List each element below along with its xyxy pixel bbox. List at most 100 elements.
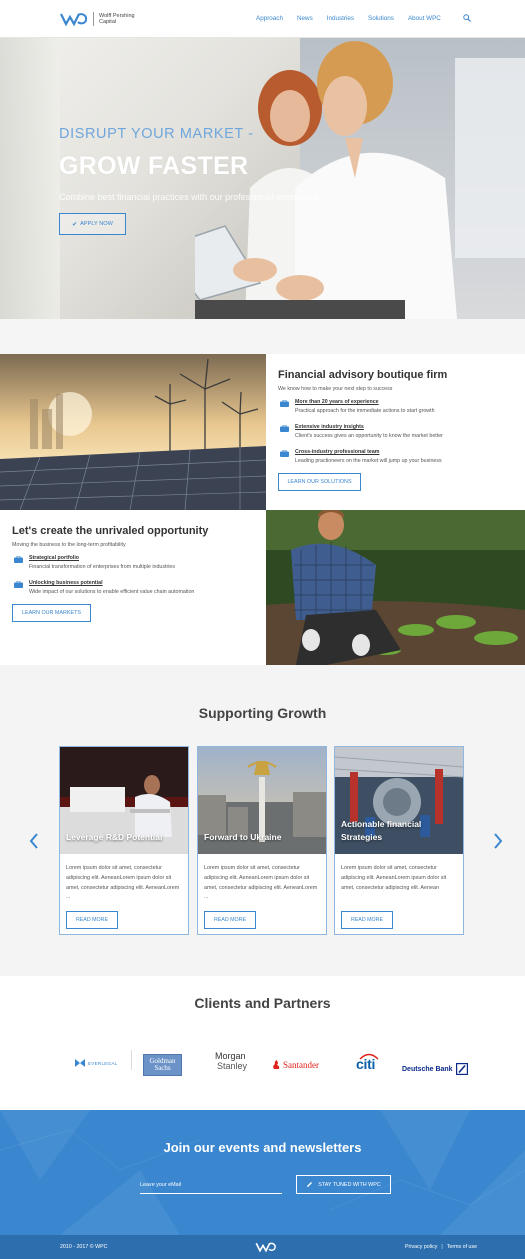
feature-item-title[interactable]: Extensive industry insights — [295, 424, 443, 430]
feature-opportunity-item: Strategical portfolio Financial transfor… — [14, 555, 175, 570]
everlegal-text: EVERLEGAL — [88, 1060, 118, 1066]
chevron-left-icon[interactable] — [29, 833, 39, 849]
farmer-photo — [266, 510, 525, 665]
nav-solutions[interactable]: Solutions — [368, 15, 394, 22]
feature-opportunity-subtitle: Moving the business to the long-term pro… — [12, 542, 126, 548]
feature-item-desc: Leading practioneers on the market will … — [295, 458, 442, 464]
apply-now-label: APPLY NOW — [80, 221, 113, 227]
site-footer: 2010 - 2017 © WPC Privacy policy | Terms… — [0, 1235, 525, 1259]
nav-about[interactable]: About WPC — [408, 15, 441, 22]
feature-item-title[interactable]: Cross-industry professional team — [295, 449, 442, 455]
briefcase-icon — [14, 556, 23, 563]
feature-opportunity: Let's create the unrivaled opportunity M… — [0, 510, 266, 665]
read-more-button[interactable]: READ MORE — [341, 911, 393, 929]
hero-window — [455, 58, 525, 258]
card-image-factory: Actionable financial Strategies — [335, 747, 463, 854]
wpc-logo-icon — [60, 13, 88, 27]
nav-approach[interactable]: Approach — [256, 15, 283, 22]
card-image-kyiv: Forward to Ukraine — [198, 747, 326, 854]
feature-advisory-item: Cross-industry professional team Leading… — [280, 449, 442, 464]
santander-logo[interactable]: Santander — [272, 1052, 330, 1078]
feature-advisory-subtitle: We know how to make your next step to su… — [278, 386, 393, 392]
feature-advisory-title: Financial advisory boutique firm — [278, 369, 448, 381]
hero-headline-1: DISRUPT YOUR MARKET - — [59, 126, 254, 142]
supporting-growth-section: Supporting Growth Leverage R&D Potential… — [0, 665, 525, 976]
briefcase-icon — [280, 450, 289, 457]
apply-now-button[interactable]: ✔ APPLY NOW — [59, 213, 126, 235]
feature-advisory: Financial advisory boutique firm We know… — [266, 354, 525, 510]
feature-item-title[interactable]: Unlocking business potential — [29, 580, 194, 586]
growth-card[interactable]: Actionable financial Strategies Lorem ip… — [334, 746, 464, 935]
solar-wind-photo — [0, 354, 266, 510]
deutsche-text: Deutsche Bank — [402, 1065, 453, 1073]
growth-card[interactable]: Leverage R&D Potential Lorem ipsum dolor… — [59, 746, 189, 935]
chevron-right-icon[interactable] — [493, 833, 503, 849]
hero-architecture-left — [0, 38, 60, 319]
privacy-policy-link[interactable]: Privacy policy — [405, 1244, 437, 1250]
read-more-button[interactable]: READ MORE — [66, 911, 118, 929]
pencil-icon — [307, 1182, 313, 1187]
goldman-text-2: Sachs — [154, 1064, 171, 1072]
feature-item-title[interactable]: More than 20 years of experience — [295, 399, 435, 405]
santander-text: Santander — [283, 1060, 319, 1070]
goldman-sachs-logo[interactable]: Goldman Sachs — [143, 1054, 182, 1076]
card-caption: Leverage R&D Potential — [66, 832, 163, 842]
terms-of-use-link[interactable]: Terms of use — [447, 1244, 477, 1250]
brand-name-line2: Capital — [99, 19, 117, 25]
feature-item-desc: Practical approach for the immediate act… — [295, 408, 435, 414]
newsletter-title: Join our events and newsletters — [163, 1140, 362, 1155]
search-icon[interactable] — [463, 14, 471, 22]
card-image-lab: Leverage R&D Potential — [60, 747, 188, 854]
citi-text: citi — [356, 1056, 376, 1072]
growth-card[interactable]: Forward to Ukraine Lorem ipsum dolor sit… — [197, 746, 327, 935]
section-title: Clients and Partners — [194, 995, 331, 1011]
card-text: Lorem ipsum dolor sit amet, consectetur … — [66, 865, 180, 901]
card-text: Lorem ipsum dolor sit amet, consectetur … — [341, 865, 447, 891]
footer-link-separator: | — [441, 1244, 443, 1250]
card-text: Lorem ipsum dolor sit amet, consectetur … — [204, 865, 318, 901]
page: Wolff Pershing Capital Approach News Ind… — [0, 0, 525, 1259]
hero-subheadline: Combine best financial practices with ou… — [59, 192, 319, 202]
deutsche-bank-logo[interactable]: Deutsche Bank — [402, 1056, 474, 1082]
logo-divider — [93, 12, 94, 26]
feature-opportunity-item: Unlocking business potential Wide impact… — [14, 580, 194, 595]
clients-section: Clients and Partners EVERLEGAL Goldman S… — [0, 976, 525, 1110]
feature-opportunity-title: Let's create the unrivaled opportunity — [12, 525, 209, 537]
feature-item-desc: Client's success gives an opportunity to… — [295, 433, 443, 439]
hero-banner: DISRUPT YOUR MARKET - GROW FASTER Combin… — [0, 38, 525, 319]
citi-logo[interactable]: citi — [355, 1052, 383, 1078]
nav-news[interactable]: News — [297, 15, 313, 22]
nav-industries[interactable]: Industries — [327, 15, 354, 22]
wpc-footer-logo-icon[interactable] — [255, 1241, 277, 1253]
copyright: 2010 - 2017 © WPC — [60, 1244, 108, 1250]
learn-solutions-button[interactable]: LEARN OUR SOLUTIONS — [278, 473, 361, 491]
email-input[interactable]: Leave your eMail — [140, 1177, 282, 1194]
footer-links: Privacy policy | Terms of use — [405, 1244, 477, 1250]
morgan-text-1: Morgan — [215, 1051, 246, 1061]
feature-item-desc: Financial transformation of enterprises … — [29, 564, 176, 570]
learn-markets-button[interactable]: LEARN OUR MARKETS — [12, 604, 91, 622]
newsletter-background — [0, 1110, 525, 1235]
morgan-stanley-logo[interactable]: Morgan Stanley — [215, 1051, 249, 1077]
logo-divider — [131, 1050, 132, 1070]
section-spacer — [0, 319, 525, 354]
check-icon: ✔ — [72, 221, 78, 228]
briefcase-icon — [14, 581, 23, 588]
briefcase-icon — [280, 425, 289, 432]
everlegal-logo[interactable]: EVERLEGAL — [75, 1050, 135, 1076]
brand-name: Wolff Pershing Capital — [99, 13, 135, 25]
morgan-text-2: Stanley — [217, 1061, 248, 1071]
stay-tuned-button[interactable]: STAY TUNED WITH WPC — [296, 1175, 391, 1194]
hero-headline-2: GROW FASTER — [59, 152, 249, 180]
briefcase-icon — [280, 400, 289, 407]
feature-advisory-item: Extensive industry insights Client's suc… — [280, 424, 443, 439]
read-more-button[interactable]: READ MORE — [204, 911, 256, 929]
santander-flame-icon — [273, 1060, 280, 1069]
brand-logo[interactable]: Wolff Pershing Capital — [60, 11, 135, 27]
feature-item-title[interactable]: Strategical portfolio — [29, 555, 175, 561]
stay-tuned-label: STAY TUNED WITH WPC — [318, 1181, 381, 1188]
newsletter-section: Join our events and newsletters Leave yo… — [0, 1110, 525, 1235]
site-header: Wolff Pershing Capital Approach News Ind… — [0, 0, 525, 38]
card-caption: Actionable financial Strategies — [341, 819, 422, 842]
everlegal-mark-icon — [75, 1059, 85, 1067]
